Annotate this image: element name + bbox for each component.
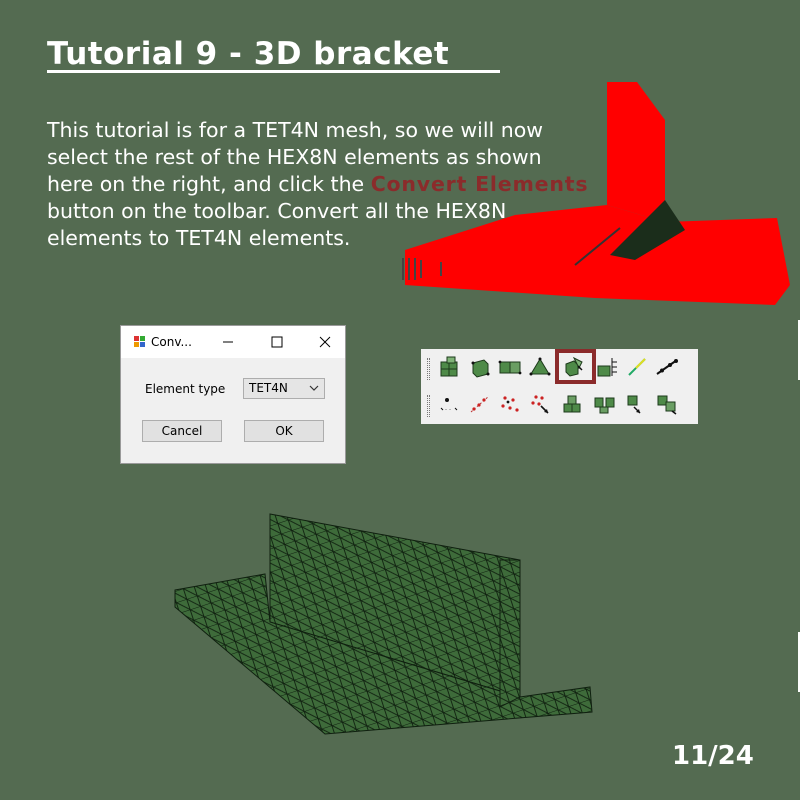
convert-elements-highlight-box <box>555 349 596 384</box>
split-icon[interactable] <box>592 391 618 417</box>
ok-button[interactable]: OK <box>244 420 324 442</box>
rotate-icon[interactable] <box>624 391 650 417</box>
chevron-down-icon <box>309 385 319 391</box>
dialog-titlebar[interactable]: Conv... <box>121 326 345 358</box>
tet-mesh-bracket-image <box>174 513 593 735</box>
element-type-label: Element type <box>145 382 226 396</box>
hex-element-icon[interactable] <box>467 354 493 380</box>
tet-element-icon[interactable] <box>527 354 553 380</box>
convert-elements-dialog: Conv... Element type TET4N Cancel OK <box>120 325 346 464</box>
selected-hex-bracket-image <box>402 82 790 305</box>
toolbar-row <box>421 389 698 421</box>
title-underline <box>47 70 500 73</box>
line-element-icon[interactable] <box>624 354 650 380</box>
minimize-icon[interactable] <box>213 328 243 356</box>
mirror-icon[interactable] <box>654 391 680 417</box>
close-icon[interactable] <box>308 328 342 356</box>
toolbar-grip[interactable] <box>427 358 430 380</box>
dialog-title: Conv... <box>151 335 192 349</box>
nodes-along-line-icon[interactable] <box>467 391 493 417</box>
assemble-icon[interactable] <box>560 391 586 417</box>
mesh-quad-icon[interactable] <box>437 354 463 380</box>
toolbar-grip[interactable] <box>427 395 430 417</box>
node-cloud-icon[interactable] <box>497 391 523 417</box>
maximize-icon[interactable] <box>262 328 292 356</box>
node-label-icon[interactable] <box>437 391 463 417</box>
nodes-arrow-icon[interactable] <box>527 391 553 417</box>
cancel-button[interactable]: Cancel <box>142 420 222 442</box>
element-type-select[interactable]: TET4N <box>243 378 325 399</box>
slide-title: Tutorial 9 - 3D bracket <box>47 36 472 72</box>
hex-pair-icon[interactable] <box>497 354 523 380</box>
element-list-icon[interactable] <box>594 354 620 380</box>
beam-element-icon[interactable] <box>654 354 680 380</box>
app-icon <box>134 336 145 347</box>
page-number: 11/24 <box>672 741 754 771</box>
element-type-value: TET4N <box>249 381 288 395</box>
